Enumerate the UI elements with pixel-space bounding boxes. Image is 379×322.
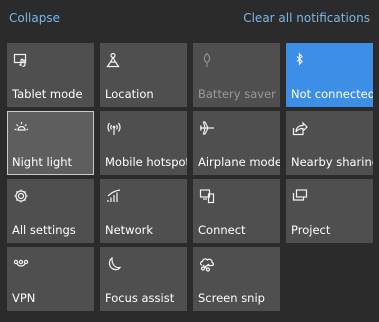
mobile-hotspot-icon xyxy=(106,120,122,136)
tile-label: Mobile hotspot xyxy=(105,155,187,169)
tile-label: Project xyxy=(291,223,331,237)
tile-bluetooth[interactable]: Not connected xyxy=(286,43,373,107)
airplane-icon xyxy=(199,120,215,136)
project-icon xyxy=(292,188,308,204)
tile-label: Battery saver xyxy=(198,87,276,101)
action-center-quick-actions: Collapse Clear all notifications Tablet … xyxy=(0,0,379,322)
tile-nearby-sharing[interactable]: Nearby sharing xyxy=(286,111,373,175)
moon-icon xyxy=(106,256,122,272)
night-light-icon xyxy=(13,120,29,136)
action-center-header: Collapse Clear all notifications xyxy=(0,0,379,36)
tile-label: Night light xyxy=(12,155,73,169)
tile-airplane-mode[interactable]: Airplane mode xyxy=(193,111,280,175)
quick-actions-grid: Tablet mode Location Battery saver Not c… xyxy=(7,43,373,311)
tile-label: Focus assist xyxy=(105,291,175,305)
location-icon xyxy=(106,52,122,68)
tile-label: All settings xyxy=(12,223,76,237)
network-icon xyxy=(106,188,122,204)
tile-project[interactable]: Project xyxy=(286,179,373,243)
tile-label: Connect xyxy=(198,223,246,237)
tile-label: Network xyxy=(105,223,154,237)
tile-label: Location xyxy=(105,87,154,101)
nearby-sharing-icon xyxy=(292,120,308,136)
vpn-icon xyxy=(13,256,29,272)
battery-saver-icon xyxy=(199,52,215,68)
screen-snip-icon xyxy=(199,256,215,272)
gear-icon xyxy=(13,188,29,204)
bluetooth-icon xyxy=(292,52,308,68)
collapse-link[interactable]: Collapse xyxy=(9,11,60,25)
tile-vpn[interactable]: VPN xyxy=(7,247,94,311)
tile-label: Tablet mode xyxy=(12,87,83,101)
tile-connect[interactable]: Connect xyxy=(193,179,280,243)
tile-label: Airplane mode xyxy=(198,155,280,169)
tile-battery-saver[interactable]: Battery saver xyxy=(193,43,280,107)
tile-night-light[interactable]: Night light xyxy=(7,111,94,175)
tile-focus-assist[interactable]: Focus assist xyxy=(100,247,187,311)
tile-mobile-hotspot[interactable]: Mobile hotspot xyxy=(100,111,187,175)
tile-label: VPN xyxy=(12,291,36,305)
clear-all-notifications-link[interactable]: Clear all notifications xyxy=(243,11,370,25)
tile-label: Screen snip xyxy=(198,291,265,305)
tile-location[interactable]: Location xyxy=(100,43,187,107)
tile-tablet-mode[interactable]: Tablet mode xyxy=(7,43,94,107)
tile-screen-snip[interactable]: Screen snip xyxy=(193,247,280,311)
tablet-mode-icon xyxy=(13,52,29,68)
tile-label: Nearby sharing xyxy=(291,155,373,169)
tile-label: Not connected xyxy=(291,87,373,101)
connect-icon xyxy=(199,188,215,204)
tile-all-settings[interactable]: All settings xyxy=(7,179,94,243)
tile-network[interactable]: Network xyxy=(100,179,187,243)
